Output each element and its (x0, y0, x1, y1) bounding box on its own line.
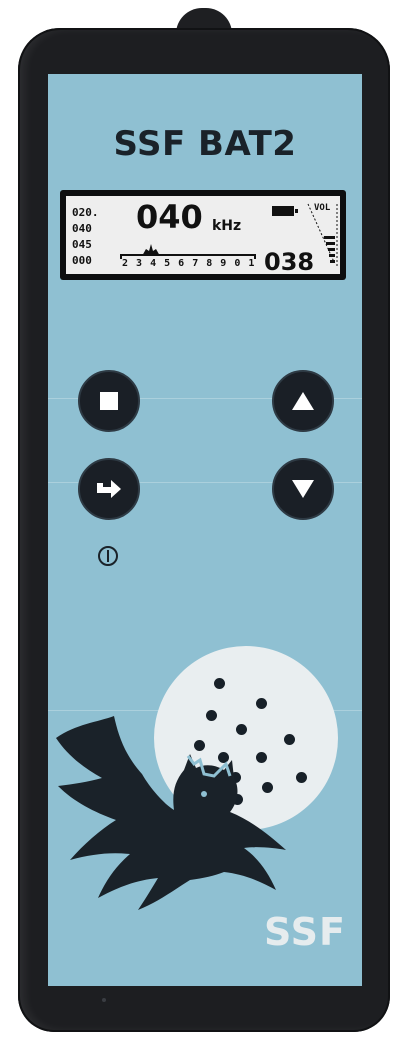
ssf-logo: SSF (264, 910, 346, 954)
lcd-display: 020. 040 045 000 040 kHz VOL 2 3 4 5 6 7… (60, 190, 346, 280)
lcd-value: 040 (72, 222, 92, 235)
up-button[interactable] (272, 370, 334, 432)
grille-hole (214, 678, 225, 689)
enter-arrow-icon (97, 480, 121, 498)
frequency-readout: 040 (136, 198, 203, 236)
triangle-up-icon (292, 392, 314, 410)
lcd-screen: 020. 040 045 000 040 kHz VOL 2 3 4 5 6 7… (66, 196, 340, 276)
down-button[interactable] (272, 458, 334, 520)
frequency-scale: 2 3 4 5 6 7 8 9 0 1 (122, 258, 256, 269)
device-title: SSF BAT2 (113, 124, 297, 164)
triangle-down-icon (292, 480, 314, 498)
lcd-values: 020. 040 045 000 (72, 205, 99, 269)
stop-icon (100, 392, 118, 410)
battery-icon (272, 206, 298, 216)
call-count: 038 (264, 248, 315, 276)
frequency-unit: kHz (212, 218, 242, 234)
lcd-value: 000 (72, 254, 92, 267)
lcd-value: 045 (72, 238, 92, 251)
enter-button[interactable] (78, 458, 140, 520)
lcd-value: 020. (72, 206, 99, 219)
screw-hole (102, 998, 106, 1002)
power-icon (98, 546, 118, 566)
front-panel: SSF BAT2 020. 040 045 000 040 kHz VOL 2 … (48, 74, 362, 986)
stop-button[interactable] (78, 370, 140, 432)
